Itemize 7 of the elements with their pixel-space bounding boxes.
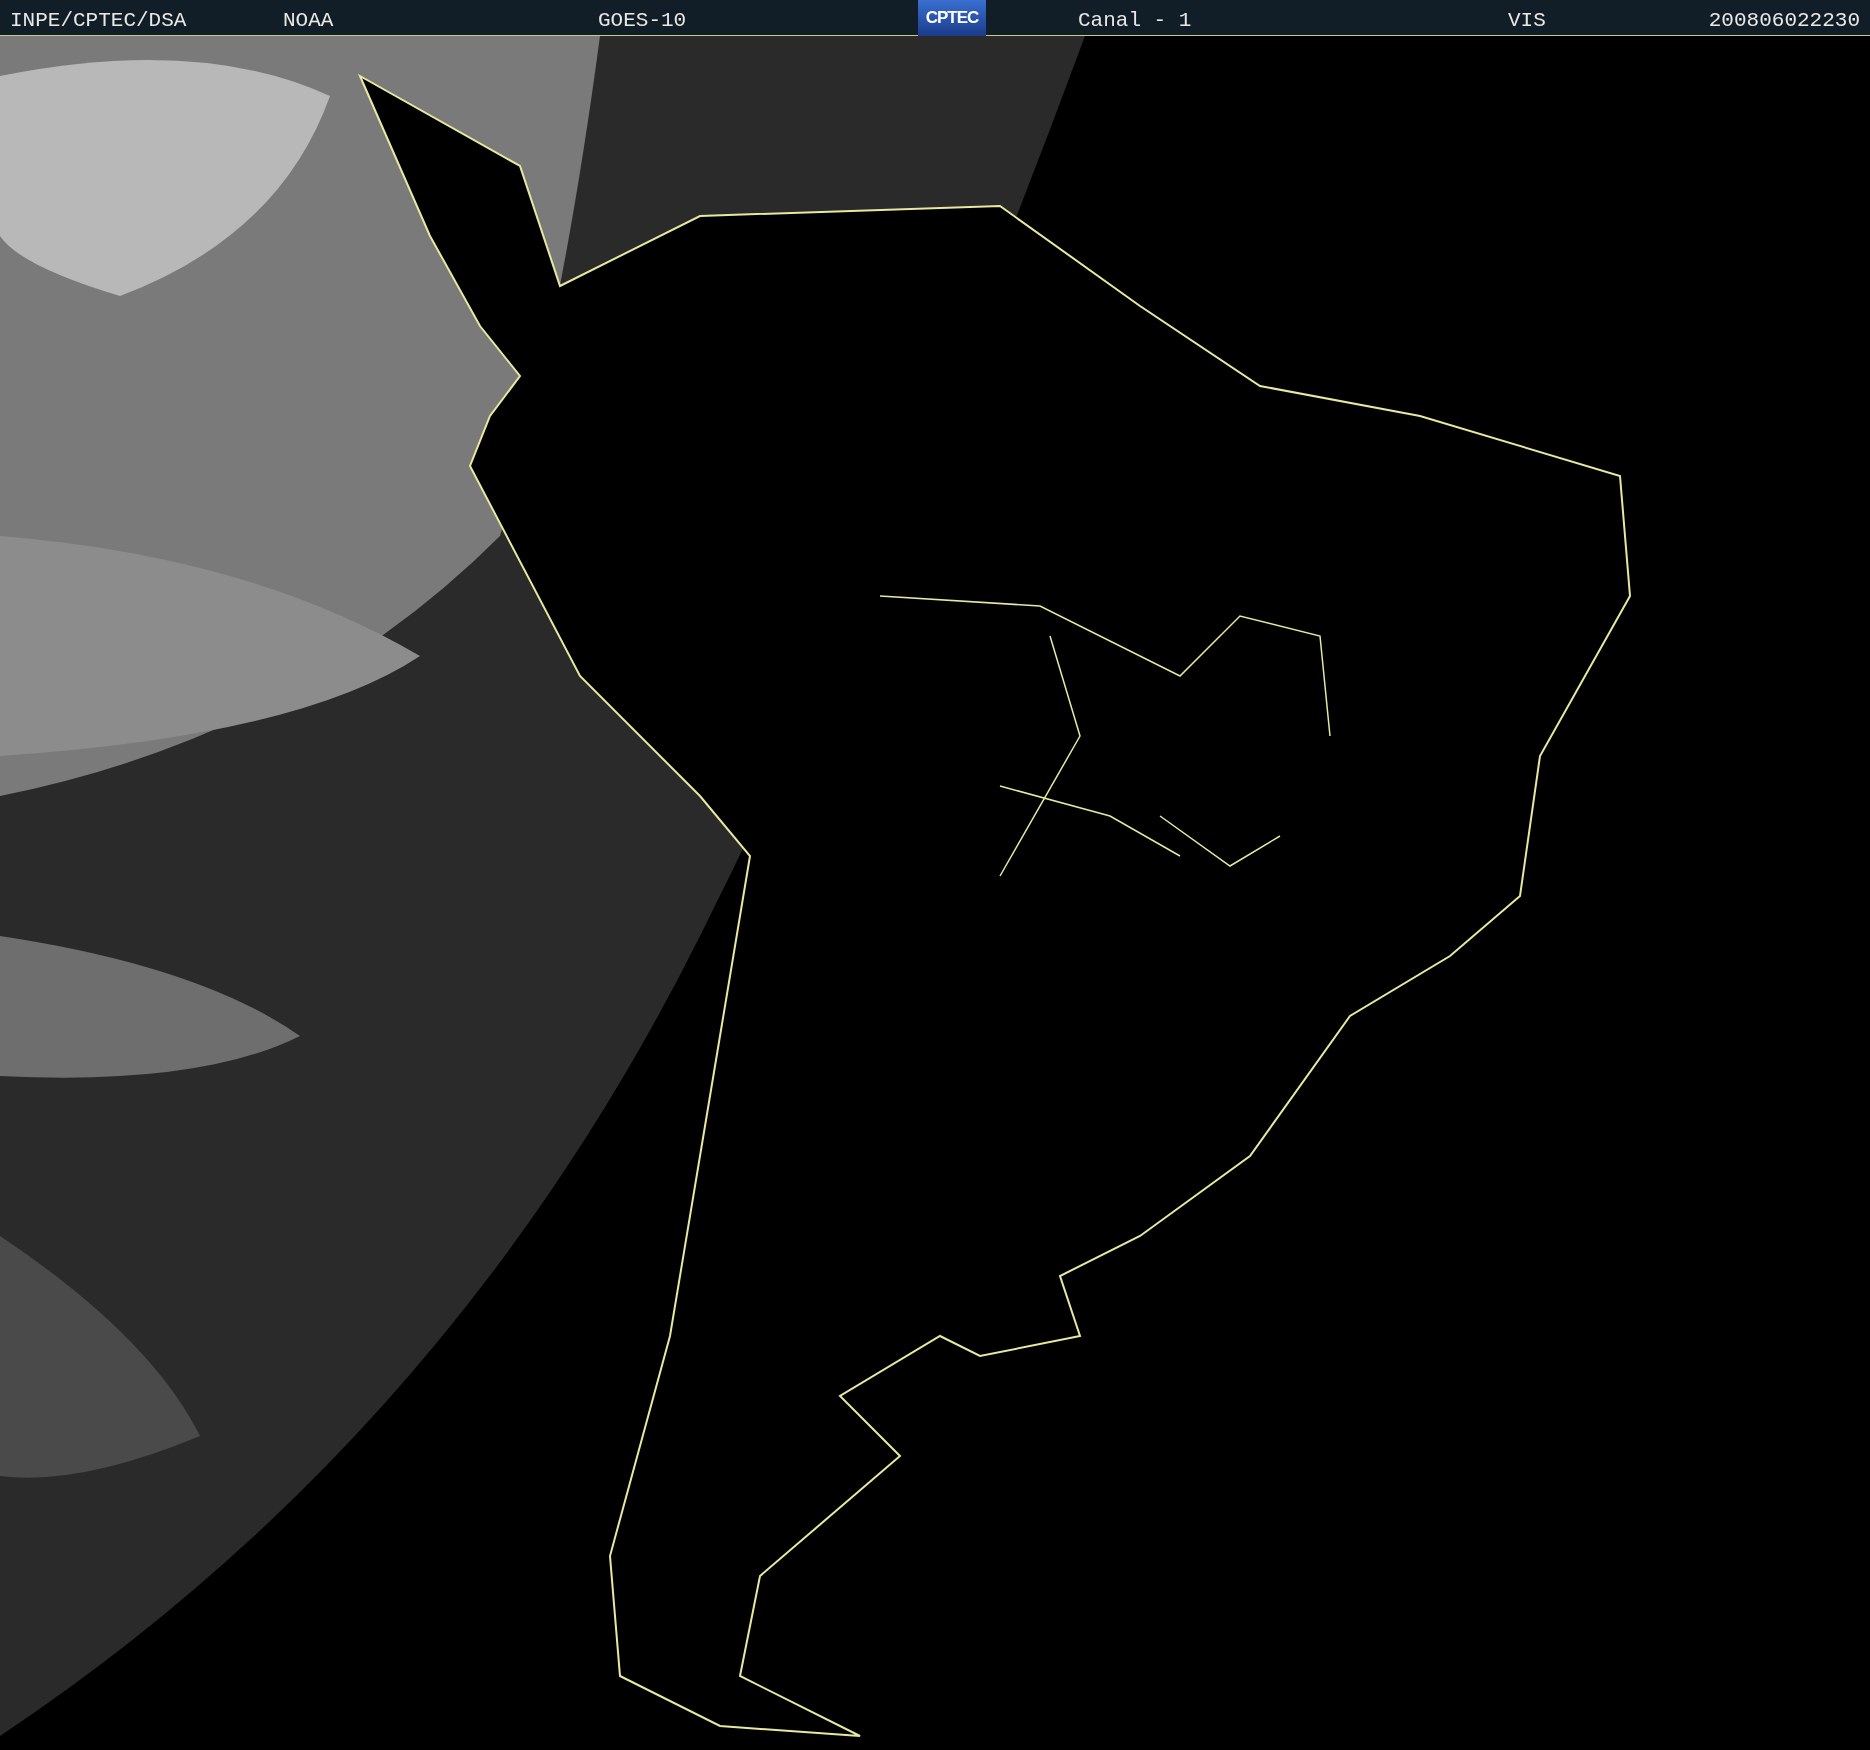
channel-label: Canal - 1	[1078, 8, 1192, 34]
satellite-label: GOES-10	[598, 8, 687, 34]
operator-label: NOAA	[283, 8, 334, 34]
agency-label: INPE/CPTEC/DSA	[10, 8, 187, 34]
logo: CPTEC	[918, 0, 986, 36]
timestamp-label: 200806022230	[1708, 8, 1860, 34]
band-label: VIS	[1508, 8, 1546, 34]
